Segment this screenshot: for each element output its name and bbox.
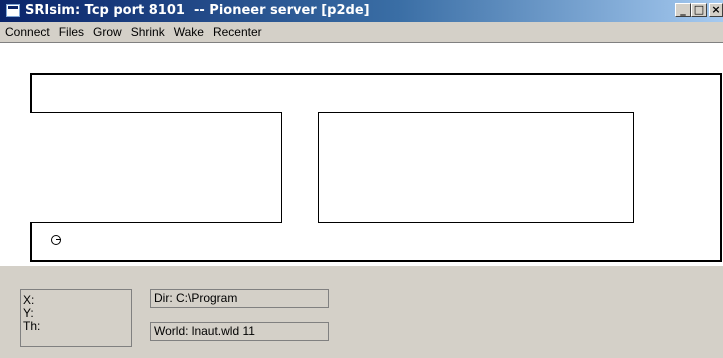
theta-label: Th:: [23, 319, 41, 333]
window-title: SRIsim: Tcp port 8101 -- Pioneer server …: [25, 3, 370, 18]
world-file-field: World: lnaut.wld 11: [150, 322, 329, 341]
menu-recenter[interactable]: Recenter: [208, 22, 266, 42]
wall-block-left: [30, 112, 282, 223]
wall-block-right: [318, 112, 634, 223]
robot-icon[interactable]: [51, 235, 61, 245]
menu-files[interactable]: Files: [54, 22, 88, 42]
close-button[interactable]: ×: [709, 3, 723, 17]
menu-shrink[interactable]: Shrink: [126, 22, 169, 42]
minimize-button[interactable]: _: [675, 3, 691, 17]
menu-grow[interactable]: Grow: [88, 22, 126, 42]
directory-field: Dir: C:\Program: [150, 289, 329, 308]
simulation-canvas[interactable]: [0, 42, 723, 266]
app-window-icon[interactable]: [6, 4, 20, 17]
menu-bar: Connect Files Grow Shrink Wake Recenter: [0, 22, 723, 42]
title-bar[interactable]: SRIsim: Tcp port 8101 -- Pioneer server …: [0, 0, 723, 22]
status-area: X: Y: Th: Dir: C:\Program World: lnaut.w…: [0, 266, 723, 358]
caption-buttons: _ □ ×: [675, 3, 723, 19]
robot-pose-panel: X: Y: Th:: [20, 289, 132, 347]
menu-connect[interactable]: Connect: [0, 22, 54, 42]
menu-wake[interactable]: Wake: [169, 22, 208, 42]
maximize-button[interactable]: □: [691, 3, 707, 17]
